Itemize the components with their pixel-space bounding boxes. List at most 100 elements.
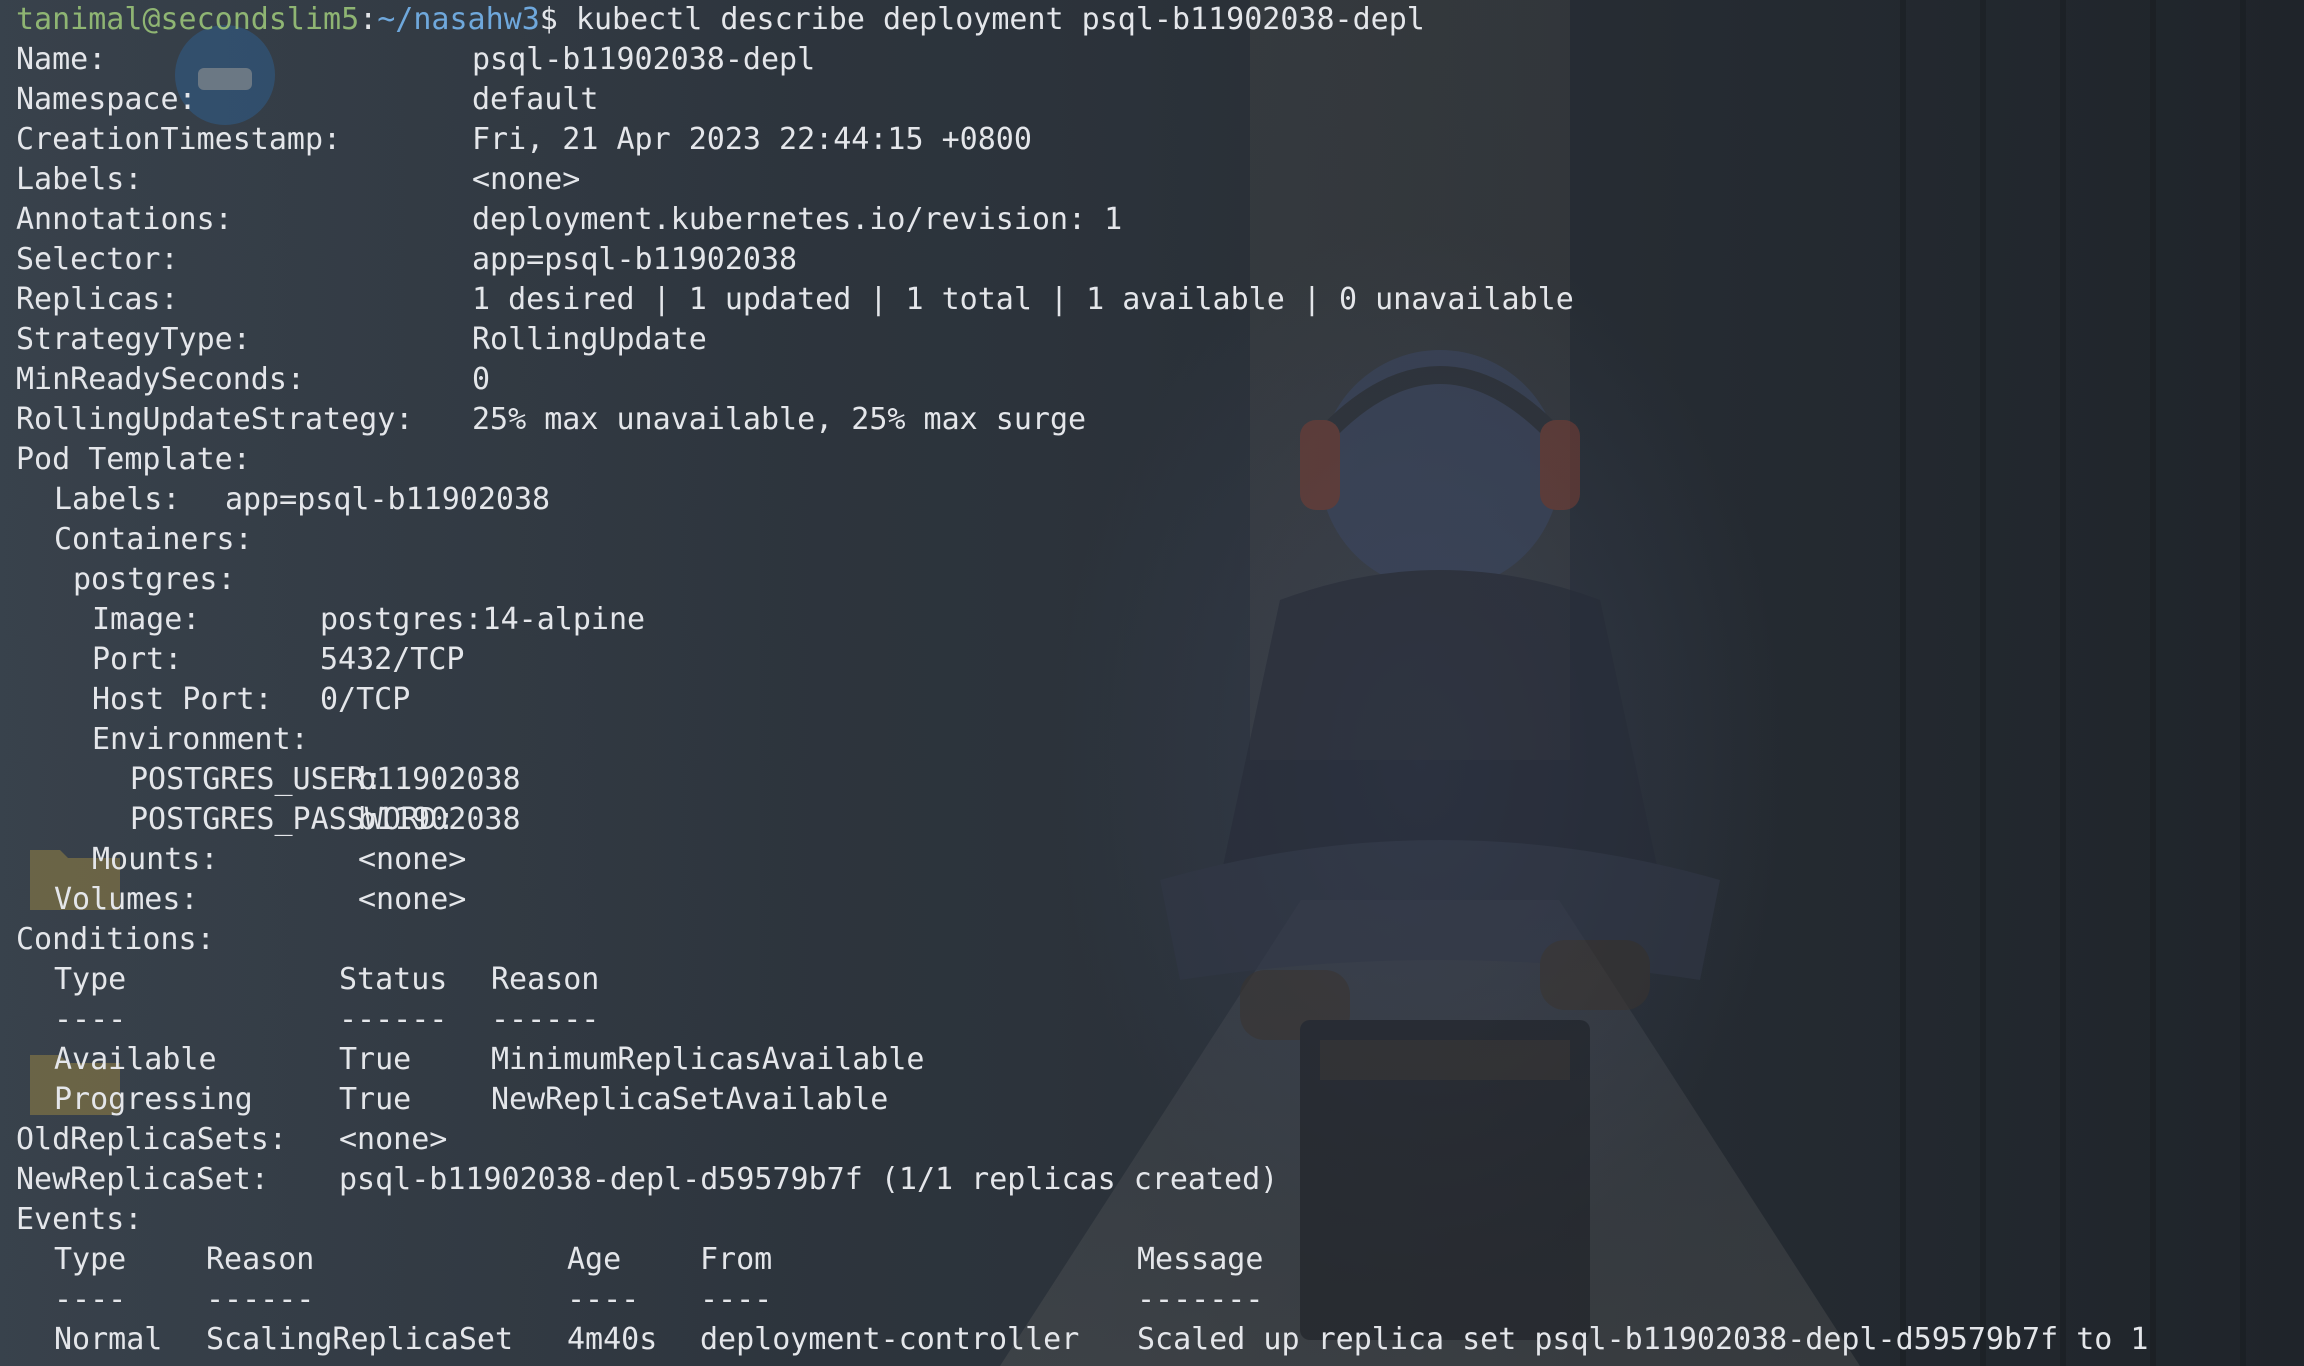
events-header-row: Type Reason Age From Message xyxy=(16,1240,2296,1280)
container-name: postgres: xyxy=(16,560,2296,600)
table-cell: Available xyxy=(54,1042,217,1077)
field-key: POSTGRES_PASSWORD: xyxy=(130,802,456,837)
field-value: default xyxy=(472,82,599,117)
old-replicasets: OldReplicaSets: <none> xyxy=(16,1120,2296,1160)
field-value: 0 xyxy=(472,362,491,397)
command-text: kubectl describe deployment psql-b119020… xyxy=(575,2,1425,37)
table-header: Reason xyxy=(491,962,600,997)
env-postgres-password: POSTGRES_PASSWORD:b11902038 xyxy=(16,800,2296,840)
field-value: psql-b11902038-depl xyxy=(472,42,816,77)
terminal-output[interactable]: tanimal@secondslim5:~/nasahw3$ kubectl d… xyxy=(16,0,2296,1360)
field-value: Fri, 21 Apr 2023 22:44:15 +0800 xyxy=(472,122,1032,157)
field-annotations: Annotations: deployment.kubernetes.io/rev… xyxy=(16,200,2296,240)
table-cell: True xyxy=(339,1082,412,1117)
field-namespace: Namespace: default xyxy=(16,80,2296,120)
field-key: Replicas: xyxy=(16,282,179,317)
field-key: Namespace: xyxy=(16,82,197,117)
field-value: <none> xyxy=(472,162,581,197)
field-key: Annotations: xyxy=(16,202,233,237)
table-divider: ---- xyxy=(700,1282,773,1317)
field-rolling-update-strategy: RollingUpdateStrategy: 25% max unavailabl… xyxy=(16,400,2296,440)
field-selector: Selector: app=psql-b11902038 xyxy=(16,240,2296,280)
new-replicaset: NewReplicaSet: psql-b11902038-depl-d59579… xyxy=(16,1160,2296,1200)
field-key: RollingUpdateStrategy: xyxy=(16,402,414,437)
field-value: postgres:14-alpine xyxy=(320,602,646,637)
field-key: OldReplicaSets: xyxy=(16,1122,287,1157)
events-heading: Events: xyxy=(16,1202,143,1237)
table-row: Progressing True NewReplicaSetAvailable xyxy=(16,1080,2296,1120)
command-prompt-line: tanimal@secondslim5:~/nasahw3$ kubectl d… xyxy=(16,0,2296,40)
conditions-divider-row: ---- ------ ------ xyxy=(16,1000,2296,1040)
table-divider: ------ xyxy=(491,1002,600,1037)
field-key: StrategyType: xyxy=(16,322,251,357)
field-replicas: Replicas: 1 desired | 1 updated | 1 total… xyxy=(16,280,2296,320)
field-value: <none> xyxy=(339,1122,448,1157)
prompt-symbol: $ xyxy=(539,2,576,37)
prompt-separator: : xyxy=(359,2,378,37)
table-row: Normal ScalingReplicaSet 4m40s deployment-c… xyxy=(16,1320,2296,1360)
table-cell: NewReplicaSetAvailable xyxy=(491,1082,889,1117)
field-value: <none> xyxy=(358,882,467,917)
field-value: 1 desired | 1 updated | 1 total | 1 avai… xyxy=(472,282,1574,317)
field-value: 0/TCP xyxy=(320,682,411,717)
field-value: psql-b11902038-depl-d59579b7f (1/1 repli… xyxy=(339,1162,1279,1197)
field-key: postgres: xyxy=(73,562,236,597)
table-header: Type xyxy=(54,962,127,997)
table-cell: Normal xyxy=(54,1322,163,1357)
table-row: Available True MinimumReplicasAvailable xyxy=(16,1040,2296,1080)
events-divider-row: ---- ------ ---- ---- ------- xyxy=(16,1280,2296,1320)
table-divider: ---- xyxy=(54,1002,127,1037)
prompt-user-host: tanimal@secondslim5 xyxy=(16,2,360,37)
container-environment: Environment: xyxy=(16,720,2296,760)
field-value: b11902038 xyxy=(358,762,521,797)
pod-volumes: Volumes: <none> xyxy=(16,880,2296,920)
table-divider: ------ xyxy=(206,1282,315,1317)
field-key: Mounts: xyxy=(92,842,219,877)
table-header: Type xyxy=(54,1242,127,1277)
table-cell: ScalingReplicaSet xyxy=(206,1322,514,1357)
conditions-heading: Conditions: xyxy=(16,922,215,957)
table-header: From xyxy=(700,1242,773,1277)
field-value: app=psql-b11902038 xyxy=(225,482,551,517)
table-cell: MinimumReplicasAvailable xyxy=(491,1042,925,1077)
pod-template-heading: Pod Template: xyxy=(16,442,251,477)
table-cell: 4m40s xyxy=(567,1322,658,1357)
pod-template-labels: Labels: app=psql-b11902038 xyxy=(16,480,2296,520)
pod-template-containers: Containers: xyxy=(16,520,2296,560)
field-key: Host Port: xyxy=(92,682,273,717)
field-strategy-type: StrategyType: RollingUpdate xyxy=(16,320,2296,360)
table-cell: True xyxy=(339,1042,412,1077)
field-value: 25% max unavailable, 25% max surge xyxy=(472,402,1087,437)
field-key: POSTGRES_USER: xyxy=(130,762,383,797)
field-value: deployment.kubernetes.io/revision: 1 xyxy=(472,202,1123,237)
field-min-ready-seconds: MinReadySeconds: 0 xyxy=(16,360,2296,400)
field-key: Image: xyxy=(92,602,201,637)
field-key: Containers: xyxy=(54,522,253,557)
field-key: NewReplicaSet: xyxy=(16,1162,269,1197)
field-creation-timestamp: CreationTimestamp: Fri, 21 Apr 2023 22:44… xyxy=(16,120,2296,160)
field-value: 5432/TCP xyxy=(320,642,465,677)
field-key: Volumes: xyxy=(54,882,199,917)
field-key: Environment: xyxy=(92,722,309,757)
env-postgres-user: POSTGRES_USER:b11902038 xyxy=(16,760,2296,800)
field-value: RollingUpdate xyxy=(472,322,707,357)
field-key: Port: xyxy=(92,642,183,677)
table-divider: ------- xyxy=(1137,1282,1264,1317)
field-value: b11902038 xyxy=(358,802,521,837)
container-port: Port: 5432/TCP xyxy=(16,640,2296,680)
container-mounts: Mounts: <none> xyxy=(16,840,2296,880)
field-key: Selector: xyxy=(16,242,179,277)
table-header: Status xyxy=(339,962,448,997)
table-cell: Scaled up replica set psql-b11902038-dep… xyxy=(1137,1322,2149,1357)
field-value: app=psql-b11902038 xyxy=(472,242,798,277)
container-host-port: Host Port: 0/TCP xyxy=(16,680,2296,720)
field-key: CreationTimestamp: xyxy=(16,122,342,157)
field-key: Name: xyxy=(16,42,107,77)
terminal-window[interactable]: tanimal@secondslim5:~/nasahw3$ kubectl d… xyxy=(0,0,2304,1366)
table-cell: deployment-controller xyxy=(700,1322,1080,1357)
field-labels: Labels: <none> xyxy=(16,160,2296,200)
field-key: Labels: xyxy=(16,162,143,197)
prompt-path: ~/nasahw3 xyxy=(377,2,540,37)
table-divider: ------ xyxy=(339,1002,448,1037)
container-image: Image: postgres:14-alpine xyxy=(16,600,2296,640)
